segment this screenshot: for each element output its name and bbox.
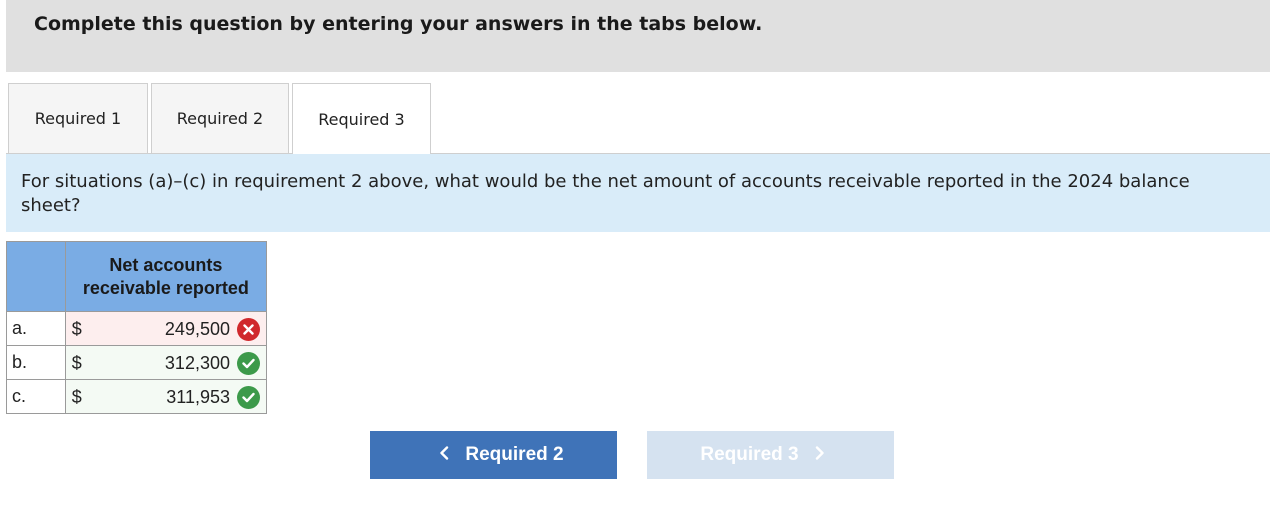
table-row: b. $ 312,300 [6,345,268,380]
check-icon [237,352,260,375]
row-label: b. [6,345,66,380]
column-header-net-ar: Net accounts receivable reported [64,241,268,312]
next-button[interactable]: Required 3 [647,431,894,479]
table-header-row: Net accounts receivable reported [6,241,268,312]
answer-input-a[interactable]: $ 249,500 [64,311,268,346]
row-label: c. [6,379,66,414]
previous-button-label: Required 2 [465,444,564,465]
currency-symbol: $ [71,387,82,407]
answer-input-c[interactable]: $ 311,953 [64,379,268,414]
chevron-left-icon [439,444,449,466]
question-prompt: For situations (a)–(c) in requirement 2 … [6,154,1270,232]
instruction-banner: Complete this question by entering your … [6,0,1270,72]
next-button-label: Required 3 [700,444,799,465]
answer-table: Net accounts receivable reported a. $ 24… [6,241,268,414]
x-icon [237,318,260,341]
table-row: a. $ 249,500 [6,311,268,346]
question-text: For situations (a)–(c) in requirement 2 … [21,171,1190,216]
chevron-right-icon [815,444,825,466]
header-blank-cell [6,241,66,312]
tab-required-2[interactable]: Required 2 [151,83,289,153]
table-row: c. $ 311,953 [6,379,268,414]
answer-value[interactable]: 312,300 [165,353,230,374]
row-label: a. [6,311,66,346]
answer-value[interactable]: 311,953 [166,387,230,408]
currency-symbol: $ [71,319,82,339]
previous-button[interactable]: Required 2 [370,431,617,479]
check-icon [237,386,260,409]
answer-value[interactable]: 249,500 [165,319,230,340]
currency-symbol: $ [71,353,82,373]
answer-input-b[interactable]: $ 312,300 [64,345,268,380]
tab-required-1[interactable]: Required 1 [8,83,148,153]
tab-required-3[interactable]: Required 3 [292,83,431,154]
instruction-text: Complete this question by entering your … [34,13,763,35]
